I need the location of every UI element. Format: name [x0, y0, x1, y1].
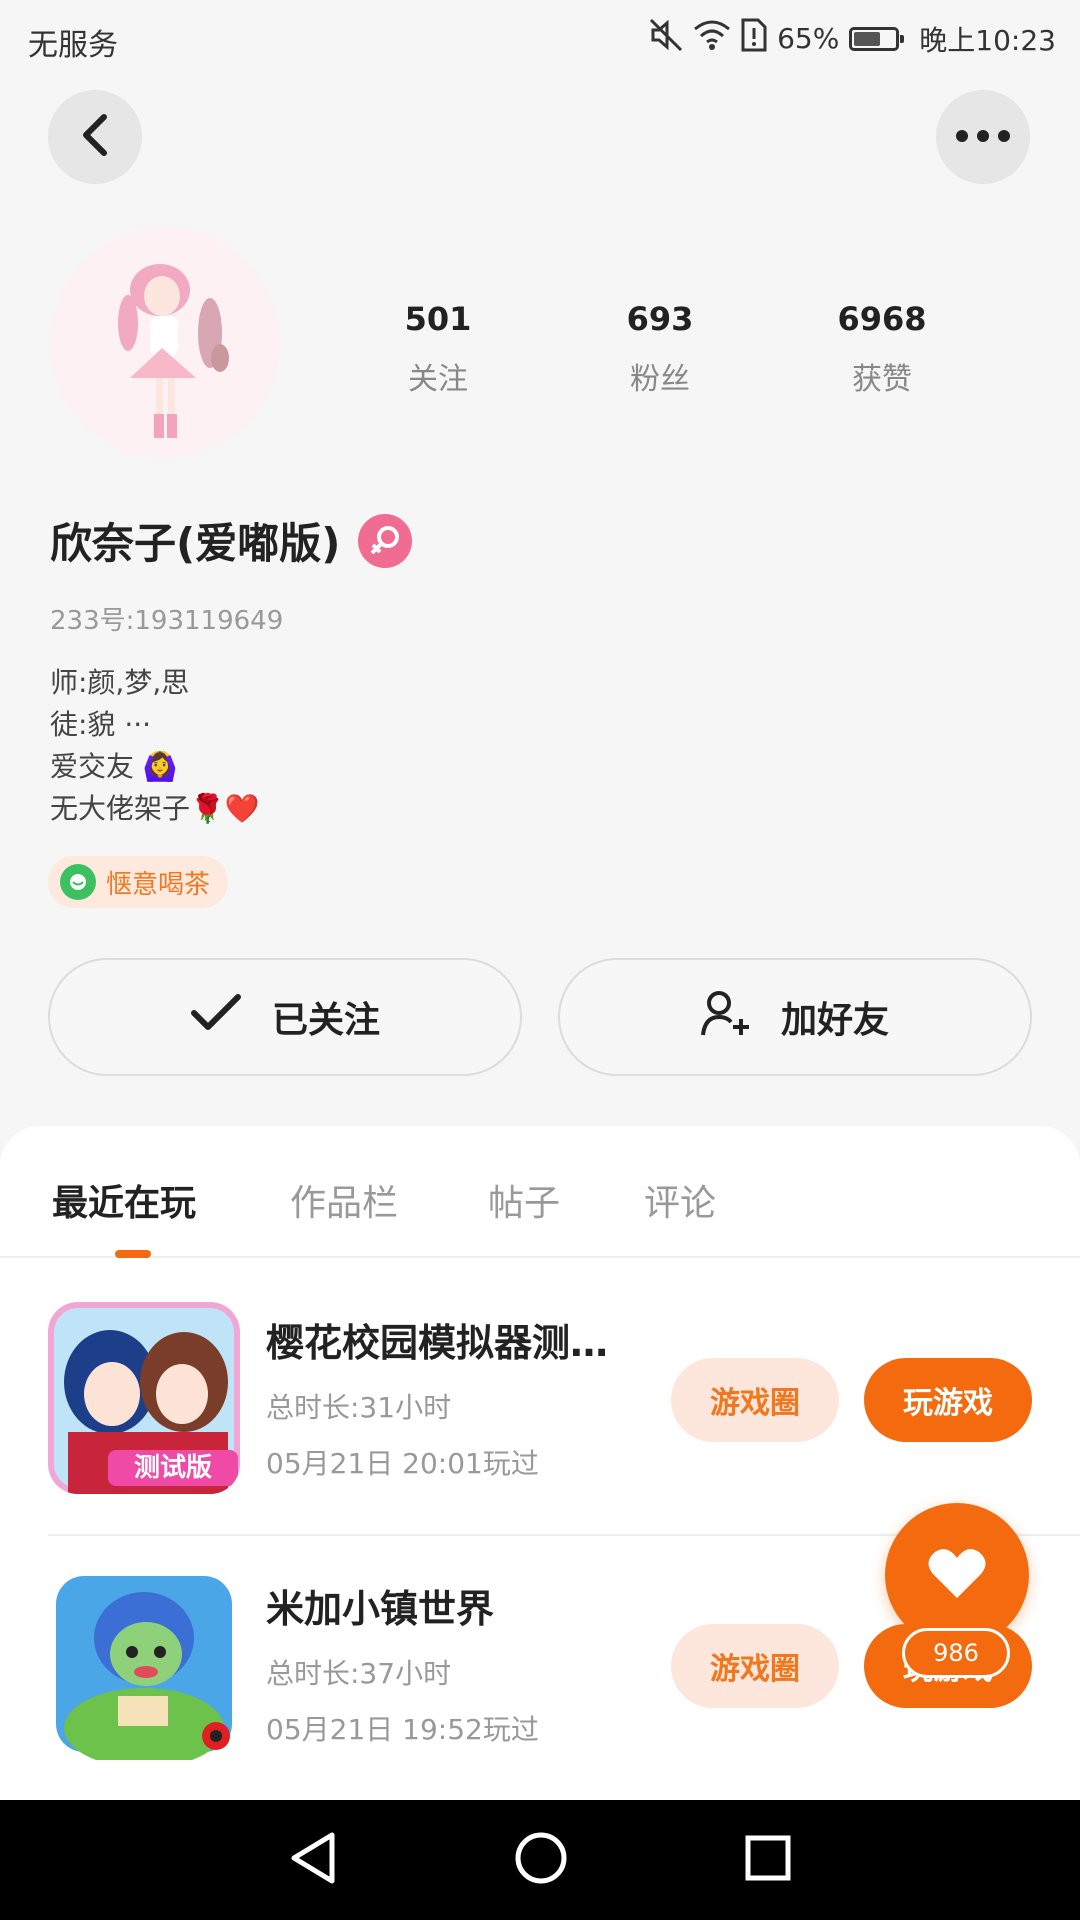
wifi-icon [693, 19, 731, 58]
alert-sim-icon [741, 18, 767, 59]
game-icon-sakura[interactable]: 测试版 [48, 1302, 240, 1494]
battery-icon [849, 26, 905, 51]
game-duration: 总时长:37小时 [266, 1657, 452, 1690]
tab-comments[interactable]: 评论 [644, 1174, 716, 1226]
followed-button-label: 已关注 [271, 1000, 380, 1041]
game-icon-badge: 测试版 [134, 1453, 212, 1483]
stat-following-value: 501 [404, 300, 472, 338]
profile-name: 欣奈子(爱嘟版) [50, 519, 341, 568]
content-card: 最近在玩 作品栏 帖子 评论 测试版 樱花校园模拟器测… 总时长:31小时 05… [0, 1126, 1080, 1800]
back-button[interactable] [48, 90, 142, 184]
heart-icon [927, 1546, 987, 1604]
bio-line: 师:颜,梦,思 [50, 666, 190, 699]
followed-button[interactable]: 已关注 [48, 958, 522, 1076]
play-game-button[interactable]: 玩游戏 [864, 1358, 1032, 1442]
like-fab-button[interactable] [885, 1503, 1029, 1647]
stat-likes[interactable]: 6968 获赞 [802, 300, 962, 398]
mood-tag[interactable]: 惬意喝茶 [48, 856, 229, 908]
system-nav-bar [0, 1800, 1080, 1920]
avatar[interactable] [50, 228, 280, 458]
stat-following[interactable]: 501 关注 [358, 300, 518, 398]
bio: 师:颜,梦,思 徒:貌 ··· 爱交友 🙆‍♀️ 无大佬架子🌹❤️ [50, 662, 260, 830]
tab-works[interactable]: 作品栏 [290, 1174, 398, 1226]
mood-tag-label: 惬意喝茶 [106, 869, 211, 900]
user-id: 233号:193119649 [50, 606, 284, 636]
status-bar: 无服务 65% 晚上10:23 [0, 0, 1080, 80]
tab-bar: 最近在玩 作品栏 帖子 评论 [0, 1126, 1080, 1258]
game-circle-button[interactable]: 游戏圈 [671, 1358, 839, 1442]
tab-posts[interactable]: 帖子 [488, 1174, 560, 1226]
more-button[interactable] [936, 90, 1030, 184]
home-circle-icon[interactable] [514, 1831, 568, 1889]
game-title: 樱花校园模拟器测… [266, 1321, 609, 1365]
female-icon [358, 513, 413, 568]
add-user-icon [700, 989, 751, 1046]
like-count-badge: 986 [902, 1628, 1010, 1678]
recents-square-icon[interactable] [744, 1834, 792, 1886]
game-duration: 总时长:31小时 [266, 1391, 452, 1424]
stat-followers[interactable]: 693 粉丝 [580, 300, 740, 398]
bio-line: 徒:貌 ··· [50, 708, 152, 741]
tab-indicator [115, 1250, 151, 1258]
bio-line: 无大佬架子🌹❤️ [50, 792, 260, 825]
stat-following-label: 关注 [408, 362, 468, 397]
check-icon [190, 993, 242, 1042]
add-friend-button-label: 加好友 [780, 1000, 889, 1041]
tea-icon [60, 864, 96, 900]
more-dots-icon [955, 128, 1011, 147]
back-triangle-icon[interactable] [288, 1831, 338, 1889]
stat-likes-value: 6968 [837, 300, 927, 338]
add-friend-button[interactable]: 加好友 [558, 958, 1032, 1076]
game-circle-button[interactable]: 游戏圈 [671, 1624, 839, 1708]
game-title: 米加小镇世界 [266, 1587, 495, 1631]
stat-followers-label: 粉丝 [630, 362, 690, 397]
battery-percent: 65% [777, 22, 840, 55]
game-last-played: 05月21日 19:52玩过 [266, 1713, 539, 1746]
mute-icon [649, 18, 683, 59]
tab-recently-played[interactable]: 最近在玩 [52, 1174, 196, 1226]
status-icons: 65% 晚上10:23 [649, 18, 1056, 59]
game-last-played: 05月21日 20:01玩过 [266, 1447, 539, 1480]
carrier-text: 无服务 [28, 28, 118, 63]
profile-name-row: 欣奈子(爱嘟版) [50, 510, 413, 571]
stat-followers-value: 693 [626, 300, 694, 338]
stat-likes-label: 获赞 [852, 362, 912, 397]
bio-line: 爱交友 🙆‍♀️ [50, 750, 178, 783]
chevron-left-icon [80, 113, 110, 161]
clock-time: 晚上10:23 [919, 23, 1056, 57]
game-icon-miga[interactable] [48, 1568, 240, 1760]
